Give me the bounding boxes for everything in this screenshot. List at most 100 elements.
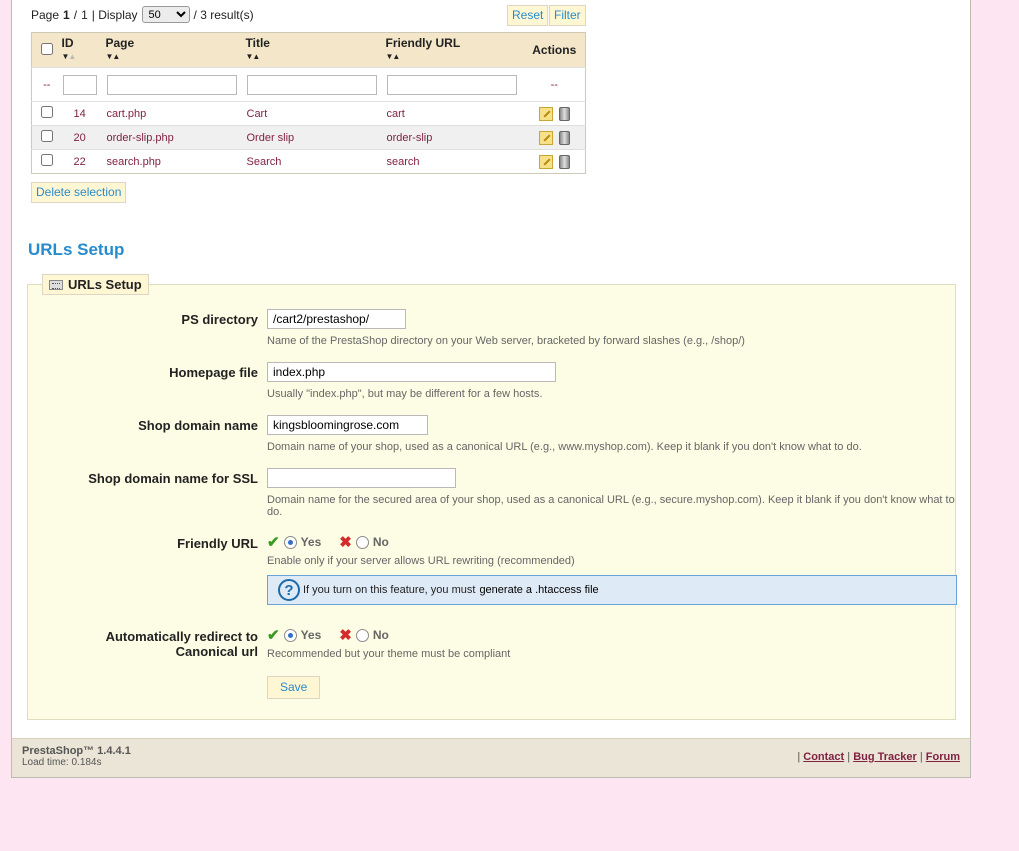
table-row[interactable]: 22 search.php Search search bbox=[31, 149, 586, 174]
homepage-file-input[interactable] bbox=[267, 362, 556, 382]
row-id: 20 bbox=[61, 125, 106, 150]
cross-icon: ✖ bbox=[339, 627, 352, 644]
column-friendly-url-label: Friendly URL bbox=[385, 36, 461, 50]
delete-selection-button[interactable]: Delete selection bbox=[31, 182, 127, 203]
friendly-url-no-radio[interactable] bbox=[355, 535, 369, 549]
row-page: order-slip.php bbox=[105, 125, 246, 150]
filter-title-input[interactable] bbox=[246, 74, 377, 95]
row-checkbox[interactable] bbox=[40, 106, 53, 118]
page-separator: / bbox=[73, 7, 78, 22]
friendly-url-yes-radio[interactable] bbox=[283, 535, 297, 549]
canonical-yes-label: Yes bbox=[300, 628, 322, 642]
row-page: search.php bbox=[105, 149, 246, 174]
canonical-redirect-hint: Recommended but your theme must be compl… bbox=[267, 648, 511, 660]
keyboard-icon bbox=[49, 279, 63, 290]
edit-icon[interactable] bbox=[538, 106, 553, 121]
row-id: 22 bbox=[61, 149, 106, 174]
main-panel: Page 1 / 1 | Display 50 / 3 result(s) Re… bbox=[11, 0, 971, 778]
ps-directory-label: PS directory bbox=[181, 312, 258, 327]
meta-table: ID ▼▲ Page ▼▲ Title ▼▲ Friendly URL ▼▲ A… bbox=[31, 32, 586, 174]
friendly-url-hint: Enable only if your server allows URL re… bbox=[267, 555, 575, 567]
load-time: Load time: 0.184s bbox=[22, 757, 102, 768]
sort-arrows-icon[interactable]: ▼▲ bbox=[386, 52, 524, 61]
column-actions: Actions bbox=[523, 32, 586, 68]
row-title: Cart bbox=[245, 101, 386, 126]
per-page-select[interactable]: 50 bbox=[141, 6, 190, 23]
canonical-redirect-options: ✔ Yes ✖ No bbox=[267, 626, 389, 644]
edit-icon[interactable] bbox=[538, 154, 553, 169]
filter-placeholder: -- bbox=[523, 67, 586, 102]
row-page: cart.php bbox=[105, 101, 246, 126]
row-id: 14 bbox=[61, 101, 106, 126]
column-title-label: Title bbox=[245, 36, 270, 50]
column-friendly-url: Friendly URL ▼▲ bbox=[385, 32, 524, 68]
legend-label: URLs Setup bbox=[68, 277, 142, 292]
forum-link[interactable]: Forum bbox=[926, 751, 960, 763]
canonical-yes-radio[interactable] bbox=[283, 628, 297, 642]
shop-domain-ssl-hint: Domain name for the secured area of your… bbox=[267, 494, 955, 518]
row-checkbox[interactable] bbox=[40, 154, 53, 166]
column-page: Page ▼▲ bbox=[105, 32, 246, 68]
homepage-file-hint: Usually "index.php", but may be differen… bbox=[267, 388, 543, 400]
bug-tracker-link[interactable]: Bug Tracker bbox=[853, 751, 917, 763]
canonical-redirect-label: Automatically redirect to Canonical url bbox=[28, 629, 258, 659]
shop-domain-hint: Domain name of your shop, used as a cano… bbox=[267, 441, 862, 453]
section-title: URLs Setup bbox=[28, 240, 125, 259]
sort-arrows-icon[interactable]: ▼▲ bbox=[246, 52, 386, 61]
info-text: If you turn on this feature, you must bbox=[303, 584, 476, 596]
delete-icon[interactable] bbox=[558, 154, 570, 169]
display-label: | Display bbox=[91, 7, 138, 22]
column-id: ID ▼▲ bbox=[61, 32, 106, 68]
canonical-no-radio[interactable] bbox=[355, 628, 369, 642]
table-row[interactable]: 20 order-slip.php Order slip order-slip bbox=[31, 125, 586, 150]
cross-icon: ✖ bbox=[339, 534, 352, 551]
edit-icon[interactable] bbox=[538, 130, 553, 145]
row-friendly-url: search bbox=[385, 149, 524, 174]
footer-links: | Contact | Bug Tracker | Forum bbox=[797, 751, 960, 763]
urls-setup-fieldset: URLs Setup PS directory Name of the Pres… bbox=[27, 274, 957, 720]
fieldset-legend: URLs Setup bbox=[42, 274, 149, 295]
column-page-label: Page bbox=[105, 36, 135, 50]
reset-button[interactable]: Reset bbox=[507, 5, 549, 26]
shop-domain-ssl-label: Shop domain name for SSL bbox=[88, 471, 258, 486]
row-title: Order slip bbox=[245, 125, 386, 150]
page-prefix: Page bbox=[31, 7, 60, 22]
page-total: 1 bbox=[81, 7, 88, 22]
row-friendly-url: order-slip bbox=[385, 125, 524, 150]
version-label: PrestaShop™ 1.4.4.1 bbox=[22, 745, 131, 757]
friendly-url-yes-label: Yes bbox=[300, 535, 322, 549]
check-icon: ✔ bbox=[267, 534, 280, 551]
table-row[interactable]: 14 cart.php Cart cart bbox=[31, 101, 586, 126]
ps-directory-input[interactable] bbox=[267, 309, 406, 329]
filter-friendly-url-input[interactable] bbox=[386, 74, 517, 95]
delete-icon[interactable] bbox=[558, 106, 570, 121]
shop-domain-label: Shop domain name bbox=[138, 418, 258, 433]
select-all-checkbox[interactable] bbox=[40, 42, 53, 55]
row-title: Search bbox=[245, 149, 386, 174]
delete-icon[interactable] bbox=[558, 130, 570, 145]
result-count: / 3 result(s) bbox=[193, 7, 254, 22]
filter-placeholder: -- bbox=[31, 67, 62, 102]
contact-link[interactable]: Contact bbox=[803, 751, 844, 763]
pagination-bar: Page 1 / 1 | Display 50 / 3 result(s) bbox=[31, 6, 254, 23]
row-friendly-url: cart bbox=[385, 101, 524, 126]
row-checkbox[interactable] bbox=[40, 130, 53, 142]
filter-page-input[interactable] bbox=[106, 74, 237, 95]
ps-directory-hint: Name of the PrestaShop directory on your… bbox=[267, 335, 745, 347]
friendly-url-no-label: No bbox=[372, 535, 389, 549]
save-button[interactable]: Save bbox=[267, 676, 321, 699]
sort-arrows-icon[interactable]: ▼▲ bbox=[62, 52, 106, 61]
canonical-label-line2: Canonical url bbox=[175, 644, 258, 659]
filter-button[interactable]: Filter bbox=[549, 5, 586, 26]
sort-arrows-icon[interactable]: ▼▲ bbox=[106, 52, 246, 61]
shop-domain-input[interactable] bbox=[267, 415, 428, 435]
htaccess-link[interactable]: generate a .htaccess file bbox=[479, 584, 598, 596]
column-title: Title ▼▲ bbox=[245, 32, 386, 68]
filter-id-input[interactable] bbox=[62, 74, 97, 95]
canonical-label-line1: Automatically redirect to bbox=[105, 629, 258, 644]
page-current: 1 bbox=[63, 7, 70, 22]
friendly-url-options: ✔ Yes ✖ No bbox=[267, 533, 389, 551]
shop-domain-ssl-input[interactable] bbox=[267, 468, 456, 488]
footer: PrestaShop™ 1.4.4.1 Load time: 0.184s | … bbox=[11, 738, 971, 778]
htaccess-info-box: ? If you turn on this feature, you must … bbox=[267, 575, 957, 605]
